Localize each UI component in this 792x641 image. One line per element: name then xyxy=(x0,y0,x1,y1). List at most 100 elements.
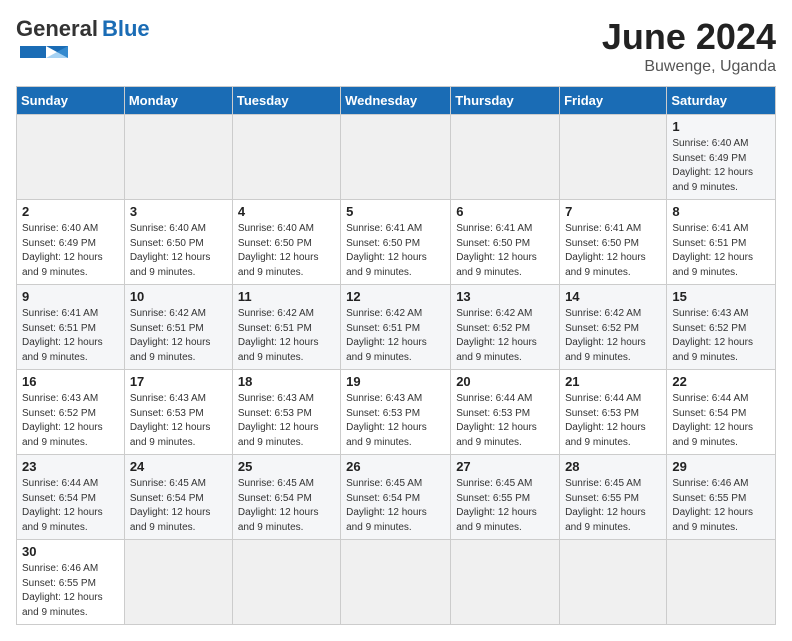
calendar-cell: 3 Sunrise: 6:40 AM Sunset: 6:50 PM Daylig… xyxy=(124,200,232,285)
calendar-week-1: 1Sunrise: 6:40 AM Sunset: 6:49 PM Daylig… xyxy=(17,115,776,200)
day-info: Sunrise: 6:42 AM Sunset: 6:51 PM Dayligh… xyxy=(346,307,445,365)
day-info: Sunrise: 6:45 AM Sunset: 6:54 PM Dayligh… xyxy=(238,477,335,535)
day-number: 15 xyxy=(672,289,770,304)
day-number: 24 xyxy=(130,459,227,474)
day-number: 22 xyxy=(672,374,770,389)
day-info: Sunrise: 6:45 AM Sunset: 6:54 PM Dayligh… xyxy=(346,477,445,535)
day-number: 1 xyxy=(672,119,770,134)
calendar-cell: 4 Sunrise: 6:40 AM Sunset: 6:50 PM Daylig… xyxy=(232,200,340,285)
day-info: Sunrise: 6:43 AM Sunset: 6:53 PM Dayligh… xyxy=(346,392,445,450)
calendar-cell: 23 Sunrise: 6:44 AM Sunset: 6:54 PM Dayli… xyxy=(17,455,125,540)
day-number: 4 xyxy=(238,204,335,219)
day-info: Sunrise: 6:43 AM Sunset: 6:53 PM Dayligh… xyxy=(238,392,335,450)
location: Buwenge, Uganda xyxy=(602,58,776,76)
calendar-cell: 21 Sunrise: 6:44 AM Sunset: 6:53 PM Dayli… xyxy=(560,370,667,455)
calendar-table: SundayMondayTuesdayWednesdayThursdayFrid… xyxy=(16,86,776,625)
calendar-cell: 10 Sunrise: 6:42 AM Sunset: 6:51 PM Dayli… xyxy=(124,285,232,370)
weekday-header-thursday: Thursday xyxy=(451,87,560,115)
day-info: Sunrise: 6:43 AM Sunset: 6:53 PM Dayligh… xyxy=(130,392,227,450)
day-number: 10 xyxy=(130,289,227,304)
day-info: Sunrise: 6:42 AM Sunset: 6:52 PM Dayligh… xyxy=(565,307,661,365)
calendar-cell: 19 Sunrise: 6:43 AM Sunset: 6:53 PM Dayli… xyxy=(341,370,451,455)
day-info: Sunrise: 6:41 AM Sunset: 6:50 PM Dayligh… xyxy=(346,222,445,280)
day-info: Sunrise: 6:45 AM Sunset: 6:55 PM Dayligh… xyxy=(456,477,554,535)
calendar-cell: 15Sunrise: 6:43 AM Sunset: 6:52 PM Dayli… xyxy=(667,285,776,370)
calendar-week-3: 9 Sunrise: 6:41 AM Sunset: 6:51 PM Daylig… xyxy=(17,285,776,370)
weekday-header-monday: Monday xyxy=(124,87,232,115)
day-info: Sunrise: 6:40 AM Sunset: 6:50 PM Dayligh… xyxy=(130,222,227,280)
logo-icon xyxy=(20,44,68,60)
day-number: 7 xyxy=(565,204,661,219)
day-number: 18 xyxy=(238,374,335,389)
day-number: 20 xyxy=(456,374,554,389)
calendar-cell: 28Sunrise: 6:45 AM Sunset: 6:55 PM Dayli… xyxy=(560,455,667,540)
day-number: 19 xyxy=(346,374,445,389)
calendar-cell: 27Sunrise: 6:45 AM Sunset: 6:55 PM Dayli… xyxy=(451,455,560,540)
calendar-cell: 6 Sunrise: 6:41 AM Sunset: 6:50 PM Daylig… xyxy=(451,200,560,285)
logo: General Blue xyxy=(16,16,150,60)
day-number: 26 xyxy=(346,459,445,474)
day-info: Sunrise: 6:44 AM Sunset: 6:53 PM Dayligh… xyxy=(456,392,554,450)
day-number: 3 xyxy=(130,204,227,219)
page-header: General Blue June 2024 Buwenge, Uganda xyxy=(16,16,776,76)
day-info: Sunrise: 6:44 AM Sunset: 6:54 PM Dayligh… xyxy=(22,477,119,535)
title-area: June 2024 Buwenge, Uganda xyxy=(602,16,776,76)
calendar-cell xyxy=(341,115,451,200)
day-info: Sunrise: 6:41 AM Sunset: 6:51 PM Dayligh… xyxy=(672,222,770,280)
day-number: 2 xyxy=(22,204,119,219)
calendar-cell: 26 Sunrise: 6:45 AM Sunset: 6:54 PM Dayli… xyxy=(341,455,451,540)
day-info: Sunrise: 6:46 AM Sunset: 6:55 PM Dayligh… xyxy=(672,477,770,535)
day-info: Sunrise: 6:44 AM Sunset: 6:54 PM Dayligh… xyxy=(672,392,770,450)
weekday-header-sunday: Sunday xyxy=(17,87,125,115)
day-info: Sunrise: 6:46 AM Sunset: 6:55 PM Dayligh… xyxy=(22,562,119,620)
day-info: Sunrise: 6:41 AM Sunset: 6:51 PM Dayligh… xyxy=(22,307,119,365)
weekday-header-tuesday: Tuesday xyxy=(232,87,340,115)
calendar-cell xyxy=(17,115,125,200)
calendar-cell: 1Sunrise: 6:40 AM Sunset: 6:49 PM Daylig… xyxy=(667,115,776,200)
calendar-cell: 7 Sunrise: 6:41 AM Sunset: 6:50 PM Daylig… xyxy=(560,200,667,285)
calendar-cell xyxy=(560,115,667,200)
day-number: 16 xyxy=(22,374,119,389)
calendar-week-4: 16Sunrise: 6:43 AM Sunset: 6:52 PM Dayli… xyxy=(17,370,776,455)
day-number: 12 xyxy=(346,289,445,304)
calendar-cell: 16Sunrise: 6:43 AM Sunset: 6:52 PM Dayli… xyxy=(17,370,125,455)
day-info: Sunrise: 6:44 AM Sunset: 6:53 PM Dayligh… xyxy=(565,392,661,450)
calendar-cell xyxy=(232,115,340,200)
calendar-cell: 5Sunrise: 6:41 AM Sunset: 6:50 PM Daylig… xyxy=(341,200,451,285)
calendar-cell: 14 Sunrise: 6:42 AM Sunset: 6:52 PM Dayli… xyxy=(560,285,667,370)
calendar-week-2: 2Sunrise: 6:40 AM Sunset: 6:49 PM Daylig… xyxy=(17,200,776,285)
calendar-cell: 9 Sunrise: 6:41 AM Sunset: 6:51 PM Daylig… xyxy=(17,285,125,370)
day-info: Sunrise: 6:42 AM Sunset: 6:52 PM Dayligh… xyxy=(456,307,554,365)
day-number: 17 xyxy=(130,374,227,389)
day-number: 9 xyxy=(22,289,119,304)
day-info: Sunrise: 6:41 AM Sunset: 6:50 PM Dayligh… xyxy=(456,222,554,280)
calendar-cell: 18 Sunrise: 6:43 AM Sunset: 6:53 PM Dayli… xyxy=(232,370,340,455)
day-number: 6 xyxy=(456,204,554,219)
day-number: 13 xyxy=(456,289,554,304)
logo-general: General xyxy=(16,16,98,42)
calendar-week-5: 23 Sunrise: 6:44 AM Sunset: 6:54 PM Dayli… xyxy=(17,455,776,540)
day-number: 23 xyxy=(22,459,119,474)
calendar-cell: 22 Sunrise: 6:44 AM Sunset: 6:54 PM Dayli… xyxy=(667,370,776,455)
day-info: Sunrise: 6:40 AM Sunset: 6:50 PM Dayligh… xyxy=(238,222,335,280)
day-info: Sunrise: 6:45 AM Sunset: 6:54 PM Dayligh… xyxy=(130,477,227,535)
day-info: Sunrise: 6:41 AM Sunset: 6:50 PM Dayligh… xyxy=(565,222,661,280)
day-number: 29 xyxy=(672,459,770,474)
day-info: Sunrise: 6:42 AM Sunset: 6:51 PM Dayligh… xyxy=(130,307,227,365)
calendar-cell: 13 Sunrise: 6:42 AM Sunset: 6:52 PM Dayli… xyxy=(451,285,560,370)
calendar-cell: 20 Sunrise: 6:44 AM Sunset: 6:53 PM Dayli… xyxy=(451,370,560,455)
weekday-header-saturday: Saturday xyxy=(667,87,776,115)
calendar-cell: 11 Sunrise: 6:42 AM Sunset: 6:51 PM Dayli… xyxy=(232,285,340,370)
day-number: 28 xyxy=(565,459,661,474)
day-number: 14 xyxy=(565,289,661,304)
month-title: June 2024 xyxy=(602,16,776,58)
day-number: 11 xyxy=(238,289,335,304)
day-number: 21 xyxy=(565,374,661,389)
day-number: 25 xyxy=(238,459,335,474)
day-number: 30 xyxy=(22,544,119,559)
calendar-cell: 8 Sunrise: 6:41 AM Sunset: 6:51 PM Daylig… xyxy=(667,200,776,285)
calendar-cell: 29 Sunrise: 6:46 AM Sunset: 6:55 PM Dayli… xyxy=(667,455,776,540)
day-number: 8 xyxy=(672,204,770,219)
day-info: Sunrise: 6:42 AM Sunset: 6:51 PM Dayligh… xyxy=(238,307,335,365)
weekday-header-friday: Friday xyxy=(560,87,667,115)
